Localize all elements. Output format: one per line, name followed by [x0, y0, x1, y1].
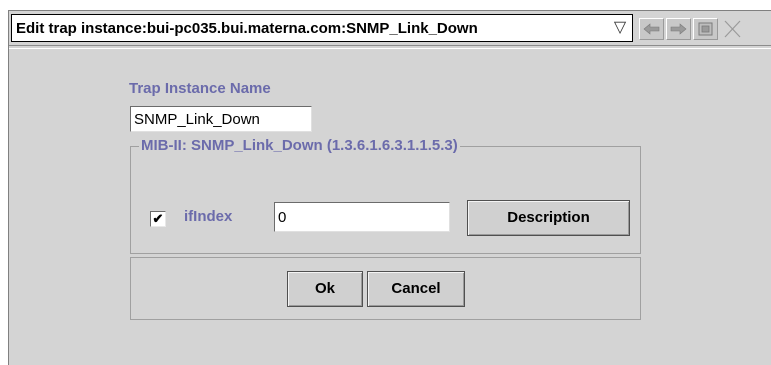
ifindex-checkbox[interactable]: ✔ — [150, 211, 166, 227]
triangle-down-icon[interactable]: ▽ — [612, 19, 628, 37]
window-title: Edit trap instance:bui-pc035.bui.materna… — [16, 20, 478, 37]
window-title-selector[interactable]: Edit trap instance:bui-pc035.bui.materna… — [11, 14, 633, 42]
title-separator — [9, 45, 771, 49]
cancel-button[interactable]: Cancel — [367, 271, 465, 307]
trap-instance-name-input[interactable] — [130, 106, 312, 132]
window-icon[interactable] — [693, 18, 718, 40]
trap-instance-name-label: Trap Instance Name — [129, 80, 271, 97]
close-icon[interactable] — [720, 18, 745, 40]
mib-group-title: MIB-II: SNMP_Link_Down (1.3.6.1.6.3.1.1.… — [139, 137, 460, 154]
forward-arrow-icon[interactable] — [666, 18, 691, 40]
back-arrow-icon[interactable] — [639, 18, 664, 40]
title-bar: Edit trap instance:bui-pc035.bui.materna… — [9, 11, 771, 45]
description-button[interactable]: Description — [467, 200, 630, 236]
ifindex-label: ifIndex — [184, 208, 233, 225]
ifindex-input[interactable] — [274, 202, 450, 232]
ok-button[interactable]: Ok — [287, 271, 363, 307]
